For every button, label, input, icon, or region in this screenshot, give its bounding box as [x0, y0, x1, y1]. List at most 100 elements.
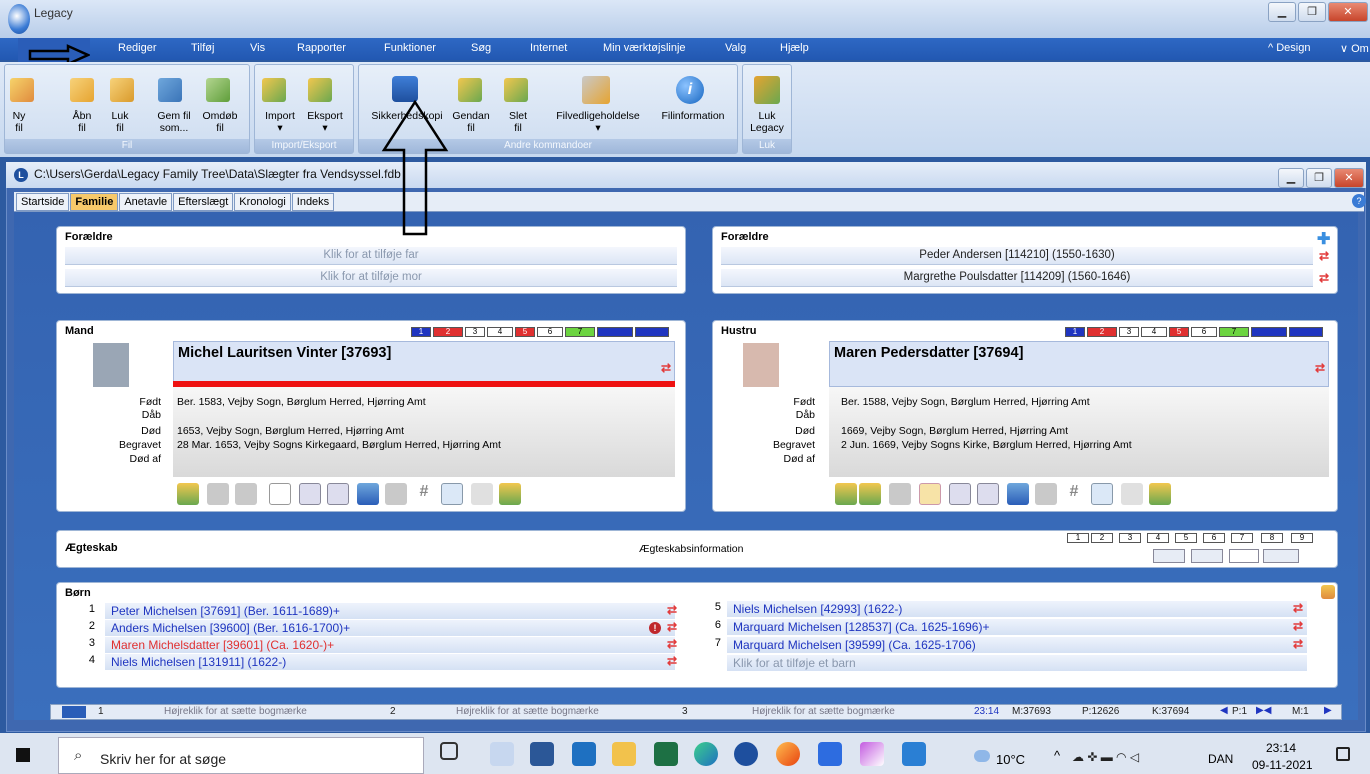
- wife-notes-icon[interactable]: [919, 483, 941, 505]
- delete-file-button[interactable]: Slet fil: [500, 110, 536, 134]
- delete-file-icon[interactable]: [504, 78, 528, 102]
- marriage-tag-2[interactable]: 2: [1091, 533, 1113, 543]
- marriage-info-link[interactable]: Ægteskabsinformation: [639, 543, 743, 555]
- child-row[interactable]: Marquard Michelsen [39599] (Ca. 1625-170…: [727, 637, 1307, 653]
- rename-file-icon[interactable]: [206, 78, 230, 102]
- exit-legacy-button[interactable]: Luk Legacy: [746, 110, 788, 134]
- marriage-picture-icon[interactable]: [1263, 549, 1299, 563]
- child-swap-icon[interactable]: ⇄: [667, 620, 677, 634]
- wife-color-tag-8[interactable]: [1251, 327, 1287, 337]
- wife-color-tag-4[interactable]: 4: [1141, 327, 1167, 337]
- husband-swap-icon[interactable]: ⇄: [661, 361, 671, 375]
- menu-hjaelp[interactable]: Hjælp: [780, 42, 809, 54]
- new-file-icon[interactable]: [10, 78, 34, 102]
- wife-death[interactable]: 1669, Vejby Sogn, Børglum Herred, Hjørri…: [841, 424, 1068, 438]
- color-tag-7[interactable]: 7: [565, 327, 595, 337]
- child-row[interactable]: Niels Michelsen [42993] (1622-): [727, 601, 1307, 617]
- tab-startside[interactable]: Startside: [16, 193, 70, 211]
- child-row[interactable]: Maren Michelsdatter [39601] (Ca. 1620-)+: [105, 637, 675, 653]
- prev-page-icon[interactable]: ◀: [1220, 705, 1228, 716]
- import-button[interactable]: Import ▾: [258, 110, 302, 134]
- wife-color-tag-6[interactable]: 6: [1191, 327, 1217, 337]
- windows-start-icon[interactable]: [16, 748, 30, 762]
- export-icon[interactable]: [308, 78, 332, 102]
- mother-link[interactable]: Margrethe Poulsdatter [114209] (1560-164…: [721, 269, 1313, 287]
- wife-color-tag-1[interactable]: 1: [1065, 327, 1085, 337]
- language-indicator[interactable]: DAN: [1208, 752, 1233, 766]
- wife-books-icon[interactable]: [1007, 483, 1029, 505]
- wife-todo-icon[interactable]: [1091, 483, 1113, 505]
- file-information-button[interactable]: Filinformation: [652, 110, 734, 122]
- wife-individual-icon[interactable]: [835, 483, 857, 505]
- todo-icon[interactable]: [441, 483, 463, 505]
- wife-color-tag-5[interactable]: 5: [1169, 327, 1189, 337]
- excel-icon[interactable]: [654, 742, 678, 766]
- exit-legacy-icon[interactable]: [754, 76, 780, 104]
- wife-dna-icon[interactable]: [1149, 483, 1171, 505]
- addresses-icon[interactable]: [385, 483, 407, 505]
- clock-date[interactable]: 09-11-2021: [1252, 758, 1313, 772]
- marriage-note-icon[interactable]: [1191, 549, 1223, 563]
- wife-name[interactable]: Maren Pedersdatter [37694]: [829, 341, 1329, 387]
- bookmark-icon[interactable]: [62, 706, 86, 718]
- add-child-link[interactable]: Klik for at tilføje et barn: [727, 655, 1307, 671]
- status-m[interactable]: M:37693: [1012, 706, 1051, 717]
- taskbar-app-icon[interactable]: [490, 742, 514, 766]
- research-icon[interactable]: [471, 483, 493, 505]
- bookmark-3[interactable]: Højreklik for at sætte bogmærke: [752, 706, 895, 717]
- app-logo-icon[interactable]: [8, 4, 30, 34]
- color-tag-5[interactable]: 5: [515, 327, 535, 337]
- menu-tilfoej[interactable]: Tilføj: [191, 42, 214, 54]
- marriage-tag-6[interactable]: 6: [1203, 533, 1225, 543]
- parents-icon[interactable]: [207, 483, 229, 505]
- pictures-icon[interactable]: [327, 483, 349, 505]
- minimize-button[interactable]: ▁: [1268, 2, 1296, 22]
- tab-kronologi[interactable]: Kronologi: [234, 193, 291, 211]
- wife-color-tag-2[interactable]: 2: [1087, 327, 1117, 337]
- close-button[interactable]: ✕: [1328, 2, 1368, 22]
- wife-parents-icon[interactable]: [859, 483, 881, 505]
- menu-min-vaerktoejslinje[interactable]: Min værktøjslinje: [603, 42, 686, 54]
- individual-icon[interactable]: [177, 483, 199, 505]
- info-icon[interactable]: i: [676, 76, 704, 104]
- menu-rediger[interactable]: Rediger: [118, 42, 157, 54]
- save-as-button[interactable]: Gem fil som...: [152, 110, 196, 134]
- wife-spouses-icon[interactable]: [889, 483, 911, 505]
- child-swap-icon[interactable]: ⇄: [667, 654, 677, 668]
- wife-hashtag-icon[interactable]: #: [1063, 483, 1085, 505]
- child-swap-icon[interactable]: ⇄: [1293, 619, 1303, 633]
- menu-vis[interactable]: Vis: [250, 42, 265, 54]
- dropbox-icon[interactable]: [818, 742, 842, 766]
- save-as-icon[interactable]: [158, 78, 182, 102]
- tray-icons[interactable]: ☁ ✜ ▬ ◠ ◁: [1072, 750, 1139, 764]
- marriage-tag-5[interactable]: 5: [1175, 533, 1197, 543]
- color-tag-1[interactable]: 1: [411, 327, 431, 337]
- new-file-button[interactable]: Ny fil: [4, 110, 34, 134]
- husband-death[interactable]: 1653, Vejby Sogn, Børglum Herred, Hjørri…: [177, 424, 404, 438]
- color-tag-6[interactable]: 6: [537, 327, 563, 337]
- swap-mother-icon[interactable]: ⇄: [1319, 271, 1329, 285]
- father-link[interactable]: Peder Andersen [114210] (1550-1630): [721, 247, 1313, 265]
- add-parents-plus-icon[interactable]: ✚: [1317, 229, 1330, 249]
- add-mother-link[interactable]: Klik for at tilføje mor: [65, 269, 677, 287]
- help-icon[interactable]: ?: [1352, 194, 1366, 208]
- tab-efterslaegt[interactable]: Efterslægt: [173, 193, 234, 211]
- wife-sources-icon[interactable]: [949, 483, 971, 505]
- task-view-icon[interactable]: [440, 742, 458, 760]
- marriage-tag-9[interactable]: 9: [1291, 533, 1313, 543]
- rename-file-button[interactable]: Omdøb fil: [198, 110, 242, 134]
- notifications-icon[interactable]: [1336, 747, 1350, 761]
- import-icon[interactable]: [262, 78, 286, 102]
- hashtag-icon[interactable]: #: [413, 483, 435, 505]
- edge-icon[interactable]: [694, 742, 718, 766]
- tab-indeks[interactable]: Indeks: [291, 193, 335, 211]
- outlook-icon[interactable]: [572, 742, 596, 766]
- export-button[interactable]: Eksport ▾: [302, 110, 348, 134]
- dna-icon[interactable]: [499, 483, 521, 505]
- wife-color-tag-3[interactable]: 3: [1119, 327, 1139, 337]
- open-file-button[interactable]: Åbn fil: [66, 110, 98, 134]
- wife-swap-icon[interactable]: ⇄: [1315, 361, 1325, 375]
- add-father-link[interactable]: Klik for at tilføje far: [65, 247, 677, 265]
- legacy-taskbar-icon[interactable]: [734, 742, 758, 766]
- spouses-icon[interactable]: [235, 483, 257, 505]
